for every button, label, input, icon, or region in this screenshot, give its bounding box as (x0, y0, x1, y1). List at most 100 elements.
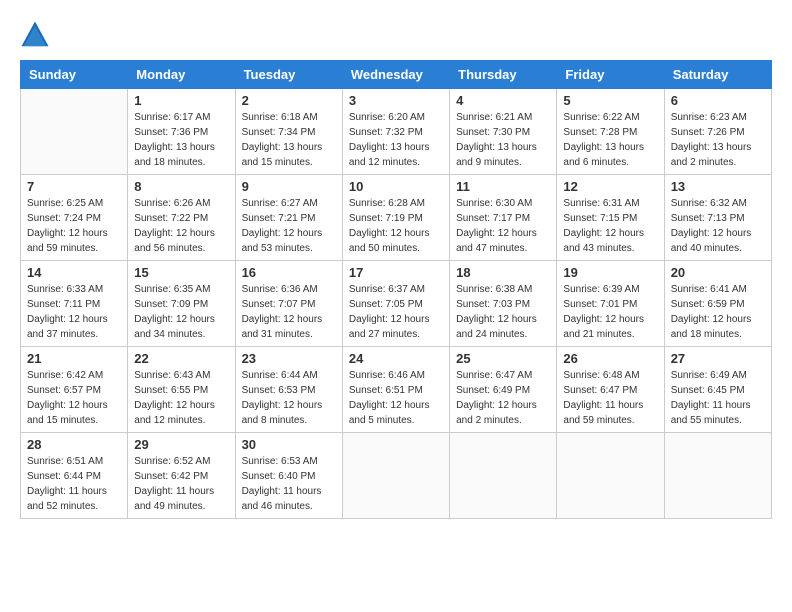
calendar-week-row: 21 Sunrise: 6:42 AM Sunset: 6:57 PM Dayli… (21, 347, 772, 433)
calendar-cell: 28 Sunrise: 6:51 AM Sunset: 6:44 PM Dayli… (21, 433, 128, 519)
day-number: 5 (563, 93, 657, 108)
page-header (20, 20, 772, 50)
day-info: Sunrise: 6:27 AM Sunset: 7:21 PM Dayligh… (242, 196, 336, 256)
column-header-monday: Monday (128, 61, 235, 89)
day-number: 24 (349, 351, 443, 366)
calendar-cell: 3 Sunrise: 6:20 AM Sunset: 7:32 PM Daylig… (342, 89, 449, 175)
day-info: Sunrise: 6:18 AM Sunset: 7:34 PM Dayligh… (242, 110, 336, 170)
day-info: Sunrise: 6:52 AM Sunset: 6:42 PM Dayligh… (134, 454, 228, 514)
day-info: Sunrise: 6:30 AM Sunset: 7:17 PM Dayligh… (456, 196, 550, 256)
day-number: 4 (456, 93, 550, 108)
calendar-cell: 7Sunrise: 6:25 AM Sunset: 7:24 PM Daylig… (21, 175, 128, 261)
calendar-header-row: SundayMondayTuesdayWednesdayThursdayFrid… (21, 61, 772, 89)
day-info: Sunrise: 6:46 AM Sunset: 6:51 PM Dayligh… (349, 368, 443, 428)
calendar-cell: 21 Sunrise: 6:42 AM Sunset: 6:57 PM Dayli… (21, 347, 128, 433)
day-number: 2 (242, 93, 336, 108)
day-info: Sunrise: 6:49 AM Sunset: 6:45 PM Dayligh… (671, 368, 765, 428)
calendar-cell: 16 Sunrise: 6:36 AM Sunset: 7:07 PM Dayli… (235, 261, 342, 347)
day-info: Sunrise: 6:37 AM Sunset: 7:05 PM Dayligh… (349, 282, 443, 342)
calendar-cell: 9 Sunrise: 6:27 AM Sunset: 7:21 PM Daylig… (235, 175, 342, 261)
day-info: Sunrise: 6:32 AM Sunset: 7:13 PM Dayligh… (671, 196, 765, 256)
calendar-cell: 29 Sunrise: 6:52 AM Sunset: 6:42 PM Dayli… (128, 433, 235, 519)
day-number: 12 (563, 179, 657, 194)
calendar-cell (342, 433, 449, 519)
day-info: Sunrise: 6:17 AM Sunset: 7:36 PM Dayligh… (134, 110, 228, 170)
day-number: 8 (134, 179, 228, 194)
day-number: 17 (349, 265, 443, 280)
calendar-week-row: 28 Sunrise: 6:51 AM Sunset: 6:44 PM Dayli… (21, 433, 772, 519)
day-info: Sunrise: 6:53 AM Sunset: 6:40 PM Dayligh… (242, 454, 336, 514)
day-info: Sunrise: 6:51 AM Sunset: 6:44 PM Dayligh… (27, 454, 121, 514)
day-info: Sunrise: 6:38 AM Sunset: 7:03 PM Dayligh… (456, 282, 550, 342)
calendar-cell: 27 Sunrise: 6:49 AM Sunset: 6:45 PM Dayli… (664, 347, 771, 433)
day-info: Sunrise: 6:23 AM Sunset: 7:26 PM Dayligh… (671, 110, 765, 170)
logo-icon (20, 20, 50, 50)
day-info: Sunrise: 6:28 AM Sunset: 7:19 PM Dayligh… (349, 196, 443, 256)
calendar-cell: 10 Sunrise: 6:28 AM Sunset: 7:19 PM Dayli… (342, 175, 449, 261)
day-info: Sunrise: 6:47 AM Sunset: 6:49 PM Dayligh… (456, 368, 550, 428)
day-number: 18 (456, 265, 550, 280)
calendar-cell: 12 Sunrise: 6:31 AM Sunset: 7:15 PM Dayli… (557, 175, 664, 261)
day-number: 29 (134, 437, 228, 452)
day-info: Sunrise: 6:44 AM Sunset: 6:53 PM Dayligh… (242, 368, 336, 428)
column-header-saturday: Saturday (664, 61, 771, 89)
calendar-cell: 5 Sunrise: 6:22 AM Sunset: 7:28 PM Daylig… (557, 89, 664, 175)
calendar-week-row: 7Sunrise: 6:25 AM Sunset: 7:24 PM Daylig… (21, 175, 772, 261)
calendar-cell: 15 Sunrise: 6:35 AM Sunset: 7:09 PM Dayli… (128, 261, 235, 347)
calendar-cell: 13Sunrise: 6:32 AM Sunset: 7:13 PM Dayli… (664, 175, 771, 261)
calendar-week-row: 1 Sunrise: 6:17 AM Sunset: 7:36 PM Daylig… (21, 89, 772, 175)
day-number: 26 (563, 351, 657, 366)
day-number: 3 (349, 93, 443, 108)
day-info: Sunrise: 6:43 AM Sunset: 6:55 PM Dayligh… (134, 368, 228, 428)
calendar-cell (664, 433, 771, 519)
day-info: Sunrise: 6:21 AM Sunset: 7:30 PM Dayligh… (456, 110, 550, 170)
column-header-sunday: Sunday (21, 61, 128, 89)
day-number: 22 (134, 351, 228, 366)
column-header-thursday: Thursday (450, 61, 557, 89)
day-info: Sunrise: 6:41 AM Sunset: 6:59 PM Dayligh… (671, 282, 765, 342)
calendar-cell (557, 433, 664, 519)
day-number: 15 (134, 265, 228, 280)
calendar-cell: 11Sunrise: 6:30 AM Sunset: 7:17 PM Dayli… (450, 175, 557, 261)
day-number: 1 (134, 93, 228, 108)
logo (20, 20, 54, 50)
calendar-table: SundayMondayTuesdayWednesdayThursdayFrid… (20, 60, 772, 519)
day-number: 27 (671, 351, 765, 366)
column-header-wednesday: Wednesday (342, 61, 449, 89)
day-number: 28 (27, 437, 121, 452)
calendar-cell: 14 Sunrise: 6:33 AM Sunset: 7:11 PM Dayli… (21, 261, 128, 347)
day-number: 10 (349, 179, 443, 194)
day-info: Sunrise: 6:36 AM Sunset: 7:07 PM Dayligh… (242, 282, 336, 342)
calendar-week-row: 14 Sunrise: 6:33 AM Sunset: 7:11 PM Dayli… (21, 261, 772, 347)
day-number: 23 (242, 351, 336, 366)
calendar-cell: 25Sunrise: 6:47 AM Sunset: 6:49 PM Dayli… (450, 347, 557, 433)
day-info: Sunrise: 6:31 AM Sunset: 7:15 PM Dayligh… (563, 196, 657, 256)
calendar-cell: 22 Sunrise: 6:43 AM Sunset: 6:55 PM Dayli… (128, 347, 235, 433)
calendar-cell (450, 433, 557, 519)
calendar-cell: 17 Sunrise: 6:37 AM Sunset: 7:05 PM Dayli… (342, 261, 449, 347)
calendar-cell: 2 Sunrise: 6:18 AM Sunset: 7:34 PM Daylig… (235, 89, 342, 175)
day-info: Sunrise: 6:48 AM Sunset: 6:47 PM Dayligh… (563, 368, 657, 428)
day-number: 7 (27, 179, 121, 194)
day-number: 9 (242, 179, 336, 194)
day-number: 30 (242, 437, 336, 452)
calendar-cell: 8Sunrise: 6:26 AM Sunset: 7:22 PM Daylig… (128, 175, 235, 261)
day-info: Sunrise: 6:33 AM Sunset: 7:11 PM Dayligh… (27, 282, 121, 342)
day-number: 6 (671, 93, 765, 108)
column-header-friday: Friday (557, 61, 664, 89)
calendar-cell: 23 Sunrise: 6:44 AM Sunset: 6:53 PM Dayli… (235, 347, 342, 433)
day-number: 14 (27, 265, 121, 280)
day-info: Sunrise: 6:42 AM Sunset: 6:57 PM Dayligh… (27, 368, 121, 428)
calendar-cell: 6 Sunrise: 6:23 AM Sunset: 7:26 PM Daylig… (664, 89, 771, 175)
calendar-cell: 18 Sunrise: 6:38 AM Sunset: 7:03 PM Dayli… (450, 261, 557, 347)
calendar-cell: 4 Sunrise: 6:21 AM Sunset: 7:30 PM Daylig… (450, 89, 557, 175)
day-number: 16 (242, 265, 336, 280)
calendar-cell: 1 Sunrise: 6:17 AM Sunset: 7:36 PM Daylig… (128, 89, 235, 175)
day-info: Sunrise: 6:35 AM Sunset: 7:09 PM Dayligh… (134, 282, 228, 342)
calendar-cell: 19Sunrise: 6:39 AM Sunset: 7:01 PM Dayli… (557, 261, 664, 347)
day-info: Sunrise: 6:20 AM Sunset: 7:32 PM Dayligh… (349, 110, 443, 170)
day-info: Sunrise: 6:22 AM Sunset: 7:28 PM Dayligh… (563, 110, 657, 170)
day-number: 21 (27, 351, 121, 366)
calendar-cell: 20Sunrise: 6:41 AM Sunset: 6:59 PM Dayli… (664, 261, 771, 347)
day-number: 19 (563, 265, 657, 280)
